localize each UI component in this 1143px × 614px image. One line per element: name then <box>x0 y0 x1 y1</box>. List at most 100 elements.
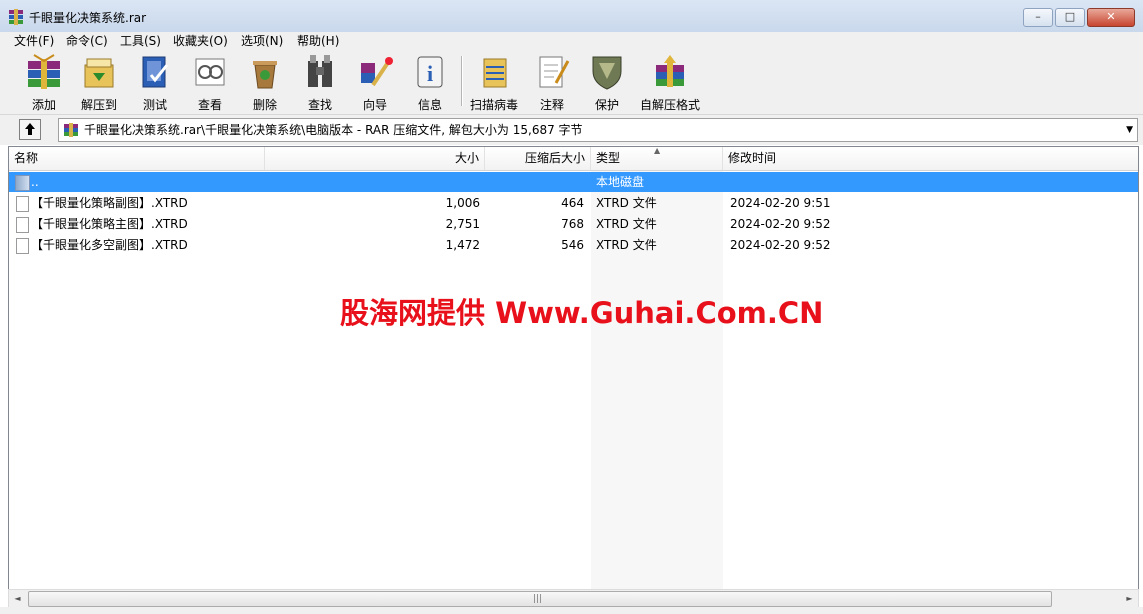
horizontal-scrollbar[interactable]: ◄ ||| ► <box>8 589 1139 608</box>
file-modified: 2024-02-20 9:52 <box>730 238 831 252</box>
close-icon: ✕ <box>1106 10 1116 23</box>
file-modified: 2024-02-20 9:52 <box>730 217 831 231</box>
list-item[interactable]: 【千眼量化策略副图】.XTRD 1,006 464 XTRD 文件 2024-0… <box>9 193 1138 213</box>
extract-to-label: 解压到 <box>80 98 117 112</box>
delete-button[interactable]: 删除 <box>238 52 292 112</box>
scrollbar-grip: ||| <box>533 594 543 604</box>
protect-label: 保护 <box>594 98 619 112</box>
address-path-text: 千眼量化决策系统.rar\千眼量化决策系统\电脑版本 - RAR 压缩文件, 解… <box>84 123 583 137</box>
test-icon <box>142 56 169 88</box>
wizard-button[interactable]: 向导 <box>348 52 402 112</box>
sort-ascending-icon: ▲ <box>654 146 661 155</box>
column-header-size[interactable]: 大小 <box>265 147 485 170</box>
file-name: 【千眼量化策略副图】.XTRD <box>31 196 188 210</box>
list-header: 名称 大小 压缩后大小 类型 ▲ 修改时间 <box>9 147 1138 171</box>
menu-help[interactable]: 帮助(H) <box>293 32 343 50</box>
comment-label: 注释 <box>539 98 564 112</box>
menu-tools[interactable]: 工具(S) <box>116 32 165 50</box>
file-name: 【千眼量化多空副图】.XTRD <box>31 238 188 252</box>
file-icon <box>16 196 29 212</box>
menu-favorites[interactable]: 收藏夹(O) <box>169 32 232 50</box>
test-label: 测试 <box>142 98 167 112</box>
view-icon <box>195 58 225 86</box>
protect-button[interactable]: 保护 <box>580 52 634 112</box>
add-label: 添加 <box>31 98 56 112</box>
column-header-packed[interactable]: 压缩后大小 <box>485 147 591 170</box>
add-button[interactable]: 添加 <box>17 52 71 112</box>
add-archive-icon <box>28 54 60 89</box>
list-item[interactable]: 【千眼量化多空副图】.XTRD 1,472 546 XTRD 文件 2024-0… <box>9 235 1138 255</box>
file-type: XTRD 文件 <box>596 196 657 210</box>
toolbar-separator <box>461 56 463 106</box>
delete-label: 删除 <box>252 98 277 112</box>
title-bar: 千眼量化决策系统.rar – □ ✕ <box>0 0 1143 33</box>
virus-scan-label: 扫描病毒 <box>469 98 518 112</box>
sfx-icon <box>656 55 684 87</box>
minimize-icon: – <box>1035 10 1041 23</box>
find-button[interactable]: 查找 <box>293 52 347 112</box>
test-button[interactable]: 测试 <box>128 52 182 112</box>
list-item[interactable]: 【千眼量化策略主图】.XTRD 2,751 768 XTRD 文件 2024-0… <box>9 214 1138 234</box>
file-type: 本地磁盘 <box>596 175 645 189</box>
list-item-parent[interactable]: .. 本地磁盘 <box>9 172 1138 192</box>
extract-to-button[interactable]: 解压到 <box>72 52 126 112</box>
file-packed-size: 546 <box>561 238 584 252</box>
virus-scan-icon <box>483 58 507 88</box>
folder-icon <box>15 175 30 191</box>
maximize-button[interactable]: □ <box>1055 8 1085 27</box>
watermark-text: 股海网提供 Www.Guhai.Com.CN <box>340 296 824 330</box>
address-path-box[interactable]: 千眼量化决策系统.rar\千眼量化决策系统\电脑版本 - RAR 压缩文件, 解… <box>58 118 1138 142</box>
find-icon <box>308 55 332 87</box>
winrar-app-icon <box>9 9 23 25</box>
wizard-icon <box>361 57 393 87</box>
delete-icon <box>253 61 277 89</box>
info-icon: i <box>417 56 443 88</box>
column-header-name[interactable]: 名称 <box>9 147 265 170</box>
file-packed-size: 464 <box>561 196 584 210</box>
info-label: 信息 <box>417 98 442 112</box>
file-size: 2,751 <box>445 217 480 231</box>
view-label: 查看 <box>197 98 222 112</box>
menu-command[interactable]: 命令(C) <box>62 32 112 50</box>
address-bar: 千眼量化决策系统.rar\千眼量化决策系统\电脑版本 - RAR 压缩文件, 解… <box>0 115 1143 145</box>
file-name: .. <box>31 175 39 189</box>
file-size: 1,472 <box>445 238 480 252</box>
up-folder-button[interactable] <box>19 119 41 140</box>
sfx-button[interactable]: 自解压格式 <box>636 52 704 112</box>
file-name: 【千眼量化策略主图】.XTRD <box>31 217 188 231</box>
file-packed-size: 768 <box>561 217 584 231</box>
view-button[interactable]: 查看 <box>183 52 237 112</box>
svg-text:i: i <box>427 61 433 86</box>
comment-icon <box>539 56 570 88</box>
file-size: 1,006 <box>445 196 480 210</box>
rar-archive-icon <box>64 123 78 137</box>
scroll-left-icon[interactable]: ◄ <box>9 590 26 607</box>
minimize-button[interactable]: – <box>1023 8 1053 27</box>
file-type: XTRD 文件 <box>596 217 657 231</box>
toolbar: 添加 解压到 测试 查看 删除 查找 向导 i 信息 扫描病毒 注释 保护 自解… <box>0 50 1143 115</box>
protect-icon <box>592 56 622 90</box>
file-type: XTRD 文件 <box>596 238 657 252</box>
menu-options[interactable]: 选项(N) <box>237 32 287 50</box>
window-title: 千眼量化决策系统.rar <box>29 11 147 25</box>
menu-bar: 文件(F) 命令(C) 工具(S) 收藏夹(O) 选项(N) 帮助(H) <box>0 32 1143 50</box>
file-icon <box>16 238 29 254</box>
info-button[interactable]: i 信息 <box>403 52 457 112</box>
column-header-modified[interactable]: 修改时间 <box>723 147 1138 170</box>
file-list[interactable]: 名称 大小 压缩后大小 类型 ▲ 修改时间 .. 本地磁盘 【千眼量化策略副图】… <box>8 146 1139 590</box>
close-button[interactable]: ✕ <box>1087 8 1135 27</box>
chevron-down-icon[interactable]: ▼ <box>1126 119 1133 141</box>
menu-file[interactable]: 文件(F) <box>10 32 58 50</box>
file-icon <box>16 217 29 233</box>
up-arrow-icon <box>25 123 35 135</box>
status-bar <box>0 607 1143 614</box>
scrollbar-thumb[interactable]: ||| <box>28 591 1052 607</box>
extract-to-icon <box>84 58 114 88</box>
scroll-right-icon[interactable]: ► <box>1121 590 1138 607</box>
find-label: 查找 <box>307 98 332 112</box>
file-modified: 2024-02-20 9:51 <box>730 196 831 210</box>
sfx-label: 自解压格式 <box>639 98 700 112</box>
virus-scan-button[interactable]: 扫描病毒 <box>467 52 521 112</box>
comment-button[interactable]: 注释 <box>525 52 579 112</box>
wizard-label: 向导 <box>362 98 387 112</box>
